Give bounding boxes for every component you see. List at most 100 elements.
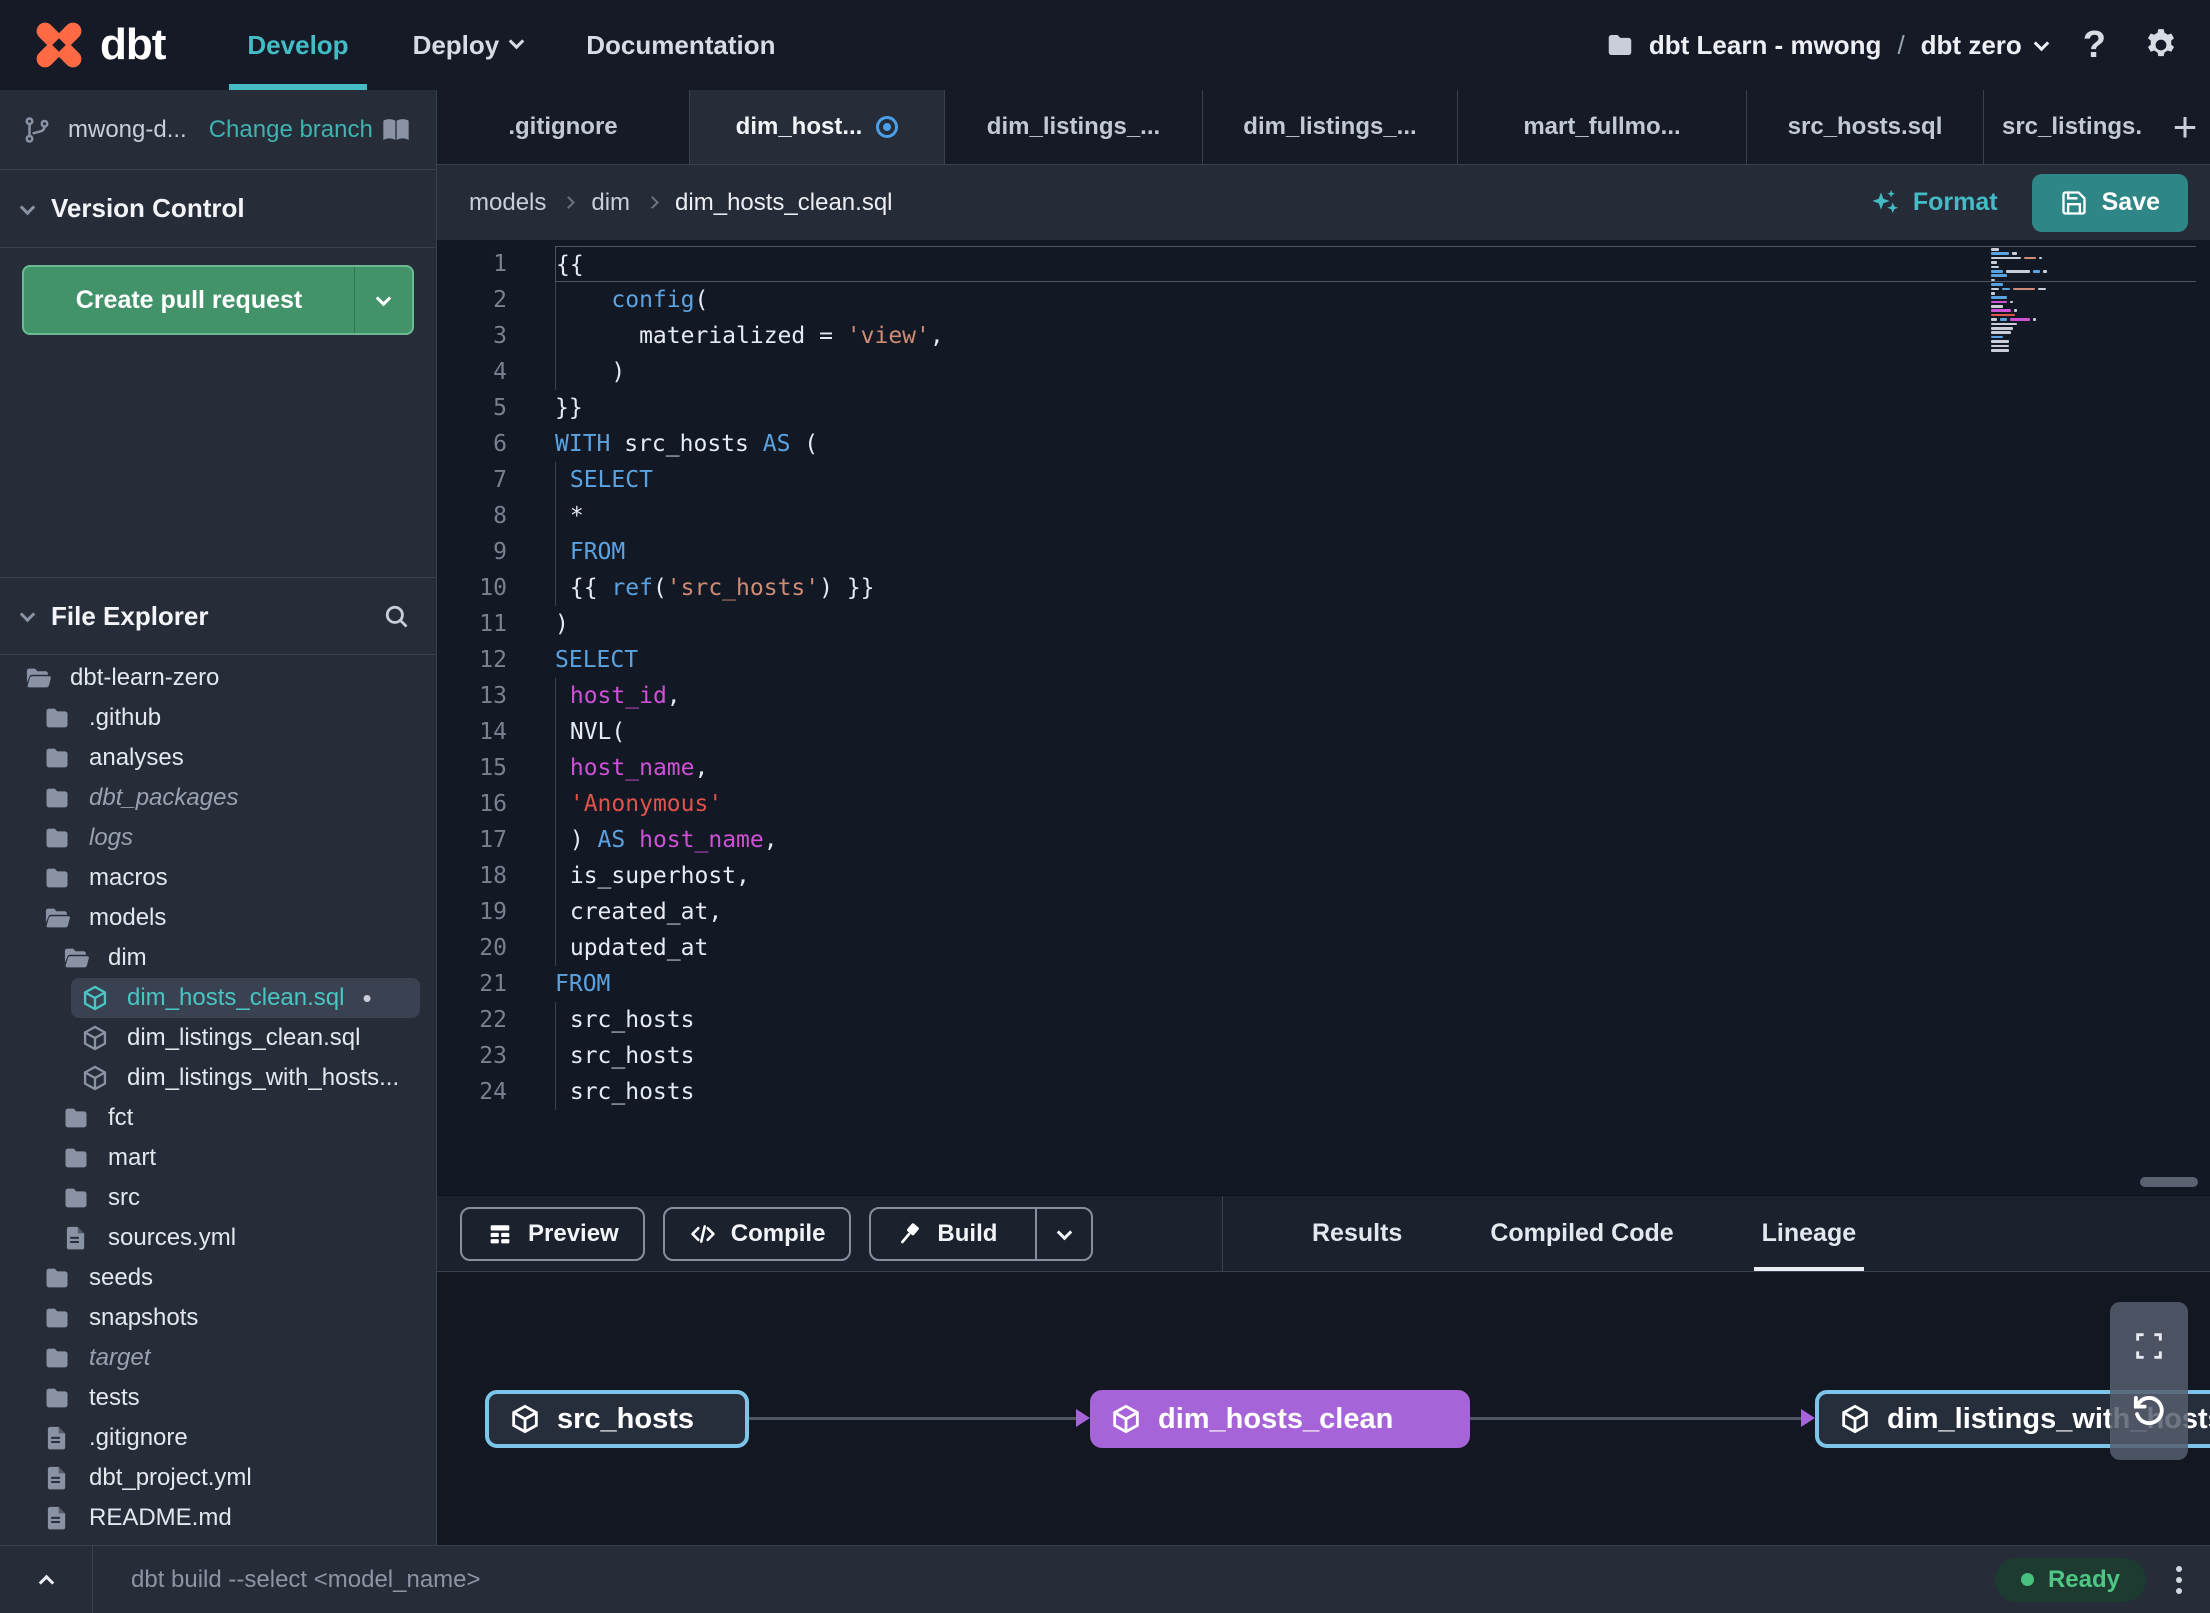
create-pull-request-label: Create pull request (75, 285, 303, 314)
tree-item-seeds[interactable]: seeds (0, 1258, 436, 1298)
refresh-icon[interactable] (2128, 1390, 2170, 1432)
tree-item--github[interactable]: .github (0, 698, 436, 738)
tree-item-src[interactable]: src (0, 1178, 436, 1218)
command-bar-toggle[interactable] (0, 1546, 92, 1613)
build-dropdown-toggle[interactable] (1035, 1208, 1091, 1259)
tree-item-target[interactable]: target (0, 1338, 436, 1378)
tree-item--gitignore[interactable]: .gitignore (0, 1418, 436, 1458)
build-button[interactable]: Build (871, 1209, 1021, 1259)
tab-compiled-code[interactable]: Compiled Code (1490, 1196, 1673, 1271)
code-line-22[interactable]: 22 src_hosts (437, 1002, 2210, 1038)
tree-item-dbt-learn-zero[interactable]: dbt-learn-zero (0, 658, 436, 698)
code-line-24[interactable]: 24 src_hosts (437, 1074, 2210, 1110)
fullscreen-icon[interactable] (2133, 1330, 2165, 1362)
breadcrumb-dim[interactable]: dim (591, 189, 630, 217)
tab-gitignore[interactable]: .gitignore (437, 90, 690, 164)
code-line-11[interactable]: 11) (437, 606, 2210, 642)
line-number: 16 (479, 791, 507, 817)
model-icon (81, 1023, 111, 1053)
lineage-node-dim-hosts-clean[interactable]: dim_hosts_clean (1090, 1390, 1470, 1448)
project-picker[interactable]: dbt Learn - mwong / dbt zero (1605, 30, 2050, 61)
tree-item-analyses[interactable]: analyses (0, 738, 436, 778)
tree-item-dbt-project-yml[interactable]: dbt_project.yml (0, 1458, 436, 1498)
code-line-1[interactable]: 1{{ (437, 246, 2210, 282)
settings-gear-icon[interactable] (2142, 26, 2180, 64)
code-line-12[interactable]: 12 SELECT (437, 642, 2210, 678)
code-line-5[interactable]: 5}} (437, 390, 2210, 426)
code-line-18[interactable]: 18 is_superhost, (437, 858, 2210, 894)
code-line-16[interactable]: 16 'Anonymous' (437, 786, 2210, 822)
tab-lineage[interactable]: Lineage (1753, 1196, 1865, 1271)
code-line-19[interactable]: 19 created_at, (437, 894, 2210, 930)
code-line-3[interactable]: 3 materialized = 'view', (437, 318, 2210, 354)
tree-item-dim-hosts-clean-sql[interactable]: dim_hosts_clean.sql • (71, 978, 420, 1018)
tree-item-dim-listings-with-hosts-[interactable]: dim_listings_with_hosts... (0, 1058, 436, 1098)
compile-button[interactable]: Compile (662, 1206, 852, 1261)
line-number: 9 (493, 539, 507, 565)
tab-src-hosts[interactable]: src_hosts.sql (1747, 90, 1984, 164)
docs-book-icon[interactable] (380, 114, 412, 146)
code-line-20[interactable]: 20 updated_at (437, 930, 2210, 966)
command-input[interactable]: dbt build --select <model_name> (131, 1566, 481, 1594)
horizontal-scrollbar[interactable] (2140, 1177, 2198, 1187)
tree-item-tests[interactable]: tests (0, 1378, 436, 1418)
preview-button[interactable]: Preview (460, 1206, 645, 1261)
code-line-21[interactable]: 21 FROM (437, 966, 2210, 1002)
save-button[interactable]: Save (2031, 173, 2188, 232)
code-line-4[interactable]: 4 ) (437, 354, 2210, 390)
nav-develop[interactable]: Develop (227, 0, 368, 90)
tab-dim-listings-clean[interactable]: dim_listings_... (945, 90, 1203, 164)
tree-item-snapshots[interactable]: snapshots (0, 1298, 436, 1338)
version-control-header[interactable]: Version Control (0, 170, 436, 248)
new-tab-button[interactable]: + (2160, 90, 2210, 164)
tab-dim-hosts-clean[interactable]: dim_host... (690, 90, 945, 164)
code-editor-region[interactable]: 1{{2 config(3 materialized = 'view', 4 ) 5… (437, 240, 2210, 1195)
tree-item-dim[interactable]: dim (0, 938, 436, 978)
help-icon[interactable]: ? (2083, 24, 2106, 67)
folder-icon (43, 703, 73, 733)
kebab-menu-icon[interactable] (2176, 1565, 2182, 1594)
code-line-13[interactable]: 13 host_id, (437, 678, 2210, 714)
lineage-node-src-hosts[interactable]: src_hosts (485, 1390, 749, 1448)
code-line-2[interactable]: 2 config( (437, 282, 2210, 318)
tab-dim-listings-with-hosts[interactable]: dim_listings_... (1203, 90, 1458, 164)
code-line-15[interactable]: 15 host_name, (437, 750, 2210, 786)
code-line-10[interactable]: 10 {{ ref('src_hosts') }} (437, 570, 2210, 606)
dbt-logo[interactable]: dbt (28, 14, 166, 76)
create-pull-request-button[interactable]: Create pull request (22, 265, 414, 335)
top-navbar: dbt Develop Deploy Documentation dbt Lea… (0, 0, 2210, 90)
search-icon[interactable] (382, 602, 410, 630)
code-line-9[interactable]: 9 FROM (437, 534, 2210, 570)
code-line-14[interactable]: 14 NVL( (437, 714, 2210, 750)
format-button[interactable]: Format (1869, 187, 1998, 219)
change-branch-link[interactable]: Change branch (209, 116, 373, 144)
breadcrumb-models[interactable]: models (469, 189, 546, 217)
nav-deploy[interactable]: Deploy (393, 0, 543, 90)
tree-item-dbt-packages[interactable]: dbt_packages (0, 778, 436, 818)
nav-documentation[interactable]: Documentation (566, 0, 795, 90)
file-icon (62, 1223, 92, 1253)
lineage-edge (749, 1417, 1076, 1420)
code-line-8[interactable]: 8 * (437, 498, 2210, 534)
code-line-7[interactable]: 7 SELECT (437, 462, 2210, 498)
tree-item-dim-listings-clean-sql[interactable]: dim_listings_clean.sql (0, 1018, 436, 1058)
tree-item-models[interactable]: models (0, 898, 436, 938)
pr-dropdown-toggle[interactable] (354, 267, 412, 333)
tree-item-sources-yml[interactable]: sources.yml (0, 1218, 436, 1258)
file-explorer-header[interactable]: File Explorer (0, 577, 436, 655)
code-line-17[interactable]: 17 ) AS host_name, (437, 822, 2210, 858)
minimap[interactable] (1985, 248, 2210, 353)
code-line-6[interactable]: 6 WITH src_hosts AS ( (437, 426, 2210, 462)
result-tabs: Results Compiled Code Lineage (1222, 1196, 2210, 1271)
tree-item-readme-md[interactable]: README.md (0, 1498, 436, 1538)
tab-mart-fullmoon[interactable]: mart_fullmo... (1458, 90, 1747, 164)
tree-item-macros[interactable]: macros (0, 858, 436, 898)
folder-icon (1608, 35, 1632, 55)
code-line-23[interactable]: 23 src_hosts (437, 1038, 2210, 1074)
tree-item-logs[interactable]: logs (0, 818, 436, 858)
tab-src-listings[interactable]: src_listings. (1984, 90, 2160, 164)
tree-item-mart[interactable]: mart (0, 1138, 436, 1178)
tree-item-fct[interactable]: fct (0, 1098, 436, 1138)
tab-results[interactable]: Results (1312, 1196, 1402, 1271)
folder-open-icon (43, 903, 73, 933)
